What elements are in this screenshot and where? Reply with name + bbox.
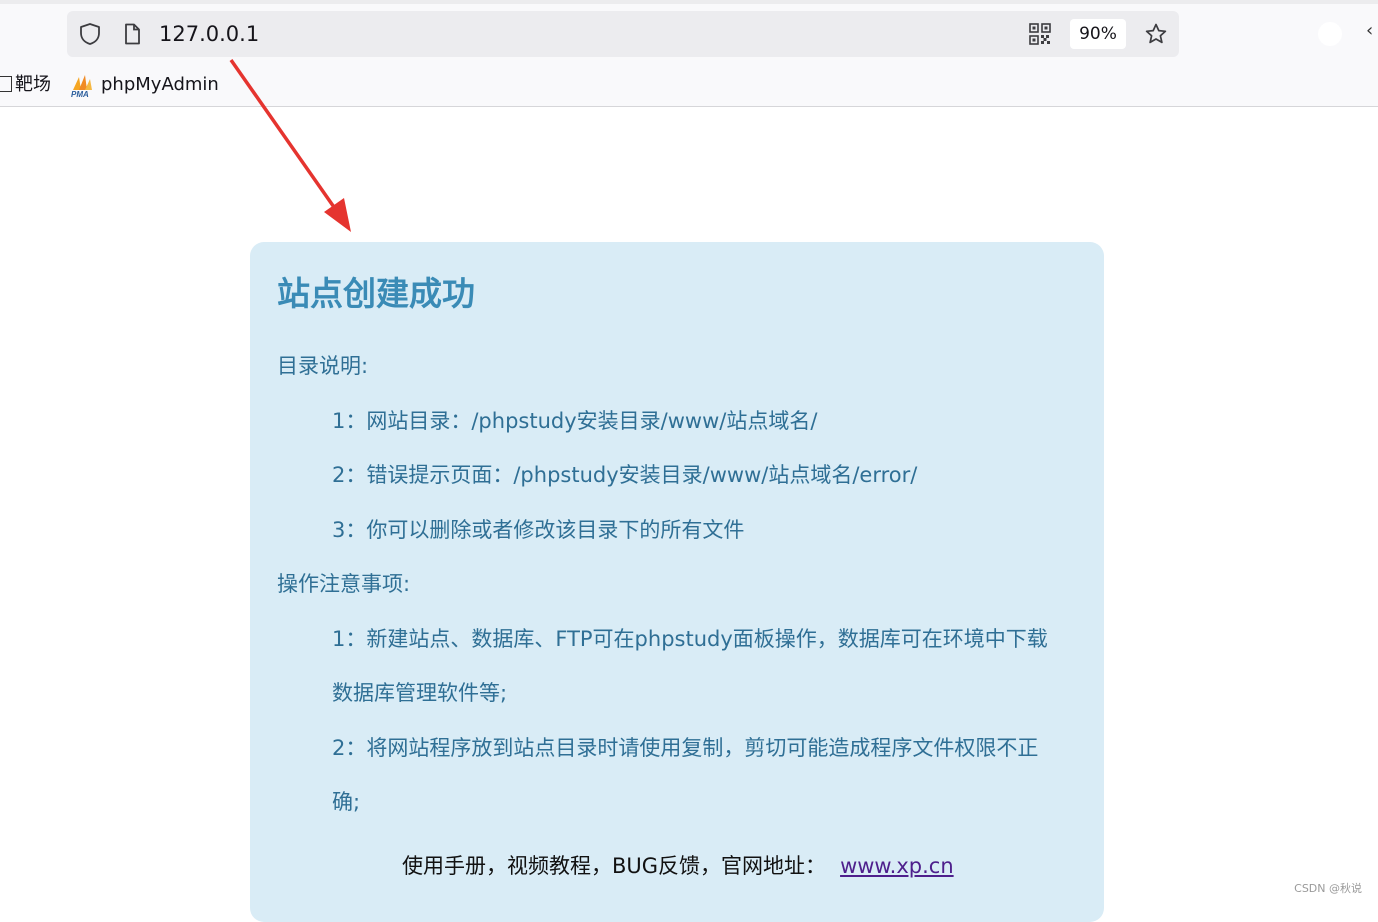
menu-edge-icon[interactable]: ‹ bbox=[1366, 20, 1373, 41]
star-bookmark-icon[interactable] bbox=[1144, 22, 1168, 46]
bookmark-label: 靶场 bbox=[15, 74, 51, 95]
list-item: 2：将网站程序放到站点目录时请使用复制，剪切可能造成程序文件权限不正 bbox=[332, 734, 1038, 762]
footer-text: 使用手册，视频教程，BUG反馈，官网地址： bbox=[402, 854, 826, 878]
folder-icon bbox=[0, 76, 12, 92]
svg-text:PMA: PMA bbox=[71, 90, 89, 98]
bookmark-label: phpMyAdmin bbox=[101, 74, 219, 95]
page-title: 站点创建成功 bbox=[277, 272, 475, 316]
bookmark-phpmyadmin[interactable]: phpMyAdmin bbox=[101, 72, 219, 98]
zoom-level-badge[interactable]: 90% bbox=[1070, 19, 1126, 49]
footer-links: 使用手册，视频教程，BUG反馈，官网地址： www.xp.cn bbox=[402, 852, 954, 880]
official-site-link[interactable]: www.xp.cn bbox=[840, 854, 954, 878]
tab-strip-edge bbox=[0, 0, 1378, 4]
extension-icon[interactable] bbox=[1318, 22, 1342, 46]
site-created-panel: 站点创建成功 目录说明: 1：网站目录：/phpstudy安装目录/www/站点… bbox=[250, 242, 1104, 922]
browser-toolbar: 127.0.0.1 90% ‹ 靶场 PMA bbox=[0, 0, 1378, 107]
url-text[interactable]: 127.0.0.1 bbox=[159, 21, 259, 47]
page-icon[interactable] bbox=[120, 22, 144, 46]
pma-logo-icon: PMA bbox=[70, 74, 96, 98]
qr-code-icon[interactable] bbox=[1028, 22, 1052, 46]
section-heading-directory: 目录说明: bbox=[277, 352, 368, 380]
bookmarks-bar: 靶场 PMA phpMyAdmin bbox=[0, 68, 1378, 102]
list-item: 3：你可以删除或者修改该目录下的所有文件 bbox=[332, 516, 744, 544]
shield-icon[interactable] bbox=[78, 22, 102, 46]
list-item-continuation: 确; bbox=[332, 788, 360, 816]
list-item: 1：新建站点、数据库、FTP可在phpstudy面板操作，数据库可在环境中下载 bbox=[332, 625, 1048, 653]
bookmark-folder-target[interactable]: 靶场 bbox=[0, 72, 51, 98]
watermark: CSDN @秋说 bbox=[1294, 880, 1362, 896]
list-item-continuation: 数据库管理软件等; bbox=[332, 679, 507, 707]
list-item: 1：网站目录：/phpstudy安装目录/www/站点域名/ bbox=[332, 407, 817, 435]
list-item: 2：错误提示页面：/phpstudy安装目录/www/站点域名/error/ bbox=[332, 461, 917, 489]
section-heading-notes: 操作注意事项: bbox=[277, 570, 410, 598]
address-bar[interactable]: 127.0.0.1 90% bbox=[67, 11, 1179, 57]
